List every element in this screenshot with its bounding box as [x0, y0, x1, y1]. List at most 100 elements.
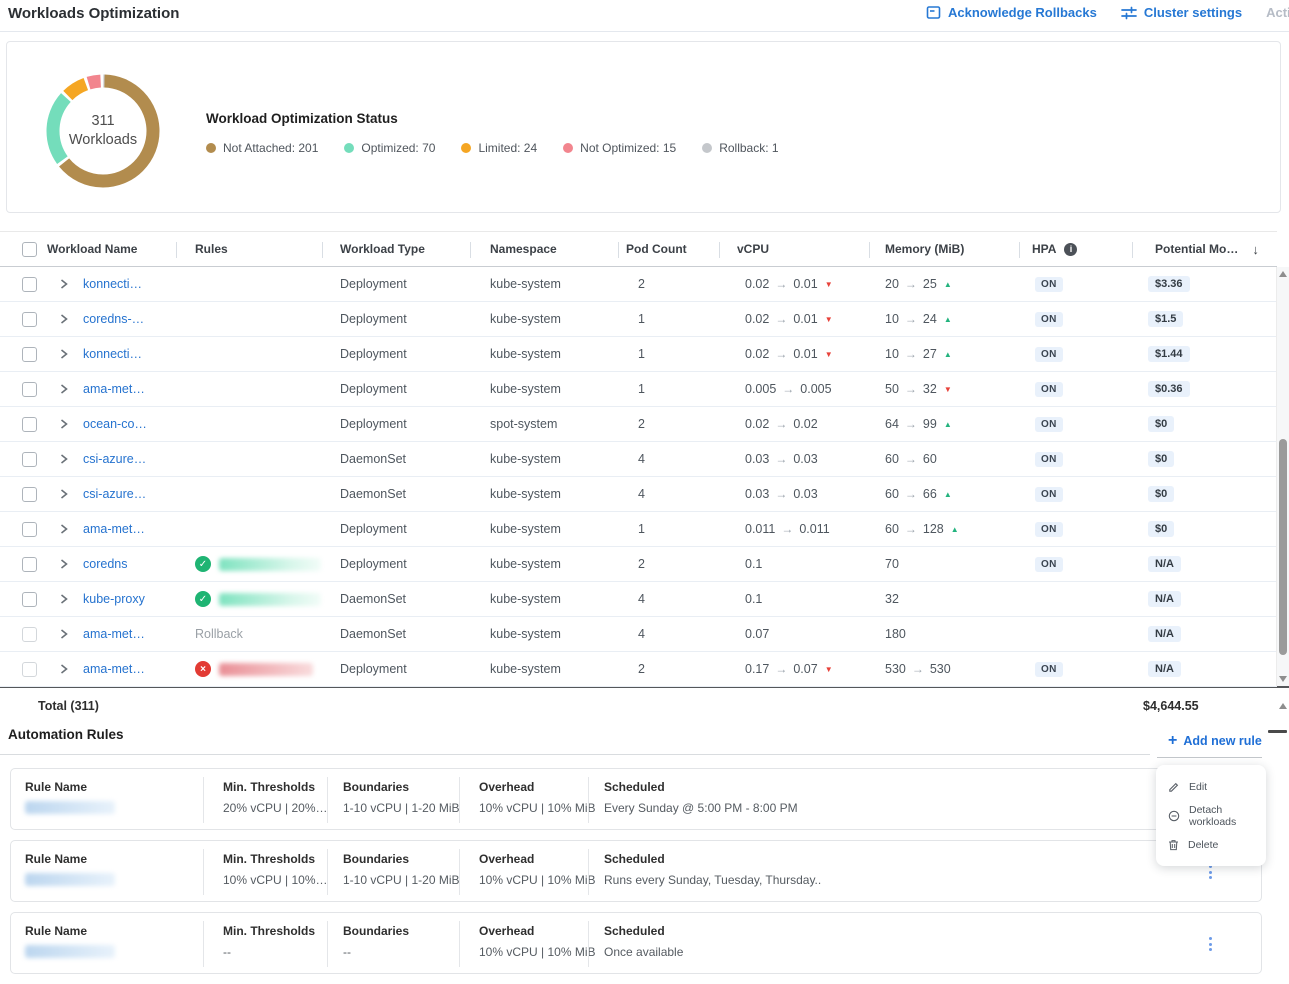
col-potential[interactable]: Potential Mo…: [1155, 242, 1238, 256]
row-checkbox[interactable]: [22, 312, 37, 327]
lower-scroll-up-icon[interactable]: [1279, 703, 1287, 709]
scrollbar-thumb[interactable]: [1279, 439, 1287, 655]
menu-item-edit[interactable]: Edit: [1156, 772, 1266, 801]
acknowledge-rollbacks-button[interactable]: Acknowledge Rollbacks: [926, 5, 1097, 20]
workload-name-link[interactable]: ama-met…: [83, 627, 145, 641]
rule-thresholds-column: Min. Thresholds20% vCPU | 20%…: [223, 780, 328, 815]
row-checkbox[interactable]: [22, 557, 37, 572]
pod-count-cell: 4: [618, 592, 719, 606]
workload-name-link[interactable]: coredns: [83, 557, 127, 571]
workload-name-link[interactable]: ocean-co…: [83, 417, 147, 431]
row-checkbox[interactable]: [22, 382, 37, 397]
row-checkbox[interactable]: [22, 347, 37, 362]
expand-chevron-icon[interactable]: [60, 454, 68, 464]
rule-overhead-value: 10% vCPU | 10% MiB: [479, 801, 596, 815]
row-checkbox[interactable]: [22, 522, 37, 537]
expand-chevron-icon[interactable]: [60, 419, 68, 429]
col-hpa: HPA: [1032, 242, 1056, 256]
redacted-rule-name: [219, 663, 313, 676]
expand-chevron-icon[interactable]: [60, 384, 68, 394]
automation-rules-section: Automation Rules + Add new rule Rule Nam…: [0, 723, 1289, 976]
row-checkbox[interactable]: [22, 277, 37, 292]
expand-chevron-icon[interactable]: [60, 664, 68, 674]
workload-name-link[interactable]: ama-met…: [83, 382, 145, 396]
potential-cell: N/A: [1132, 626, 1277, 642]
rule-boundaries-label: Boundaries: [343, 852, 460, 866]
expand-chevron-icon[interactable]: [60, 489, 68, 499]
workload-name-link[interactable]: coredns-…: [83, 312, 144, 326]
arrow-right-icon: →: [775, 312, 787, 326]
redacted-rule-name: [25, 873, 115, 886]
expand-chevron-icon[interactable]: [60, 524, 68, 534]
workload-name-link[interactable]: csi-azure…: [83, 452, 146, 466]
automation-rule-card: Rule NameMin. Thresholds10% vCPU | 10%…B…: [10, 840, 1262, 902]
metric-to: 99: [923, 417, 937, 431]
expand-chevron-icon[interactable]: [60, 279, 68, 289]
table-row: coredns-…Deploymentkube-system10.02→0.01…: [0, 302, 1277, 337]
add-new-rule-button[interactable]: + Add new rule: [1168, 733, 1262, 749]
metric-from: 0.02: [745, 312, 769, 326]
table-row: ama-met…×Deploymentkube-system20.17→0.07…: [0, 652, 1277, 687]
table-scrollbar[interactable]: [1276, 267, 1289, 686]
metric-from: 0.02: [745, 347, 769, 361]
memory-cell: 20→25▲: [869, 277, 1019, 291]
rule-name-column: Rule Name: [25, 924, 115, 958]
rule-menu-button[interactable]: [1203, 935, 1217, 953]
row-checkbox[interactable]: [22, 452, 37, 467]
page-title: Workloads Optimization: [8, 5, 179, 22]
rule-name-column: Rule Name: [25, 780, 115, 814]
namespace-cell: kube-system: [470, 487, 618, 501]
scroll-up-icon[interactable]: [1279, 271, 1287, 277]
actions-button[interactable]: Action: [1266, 5, 1289, 20]
pencil-icon: [1168, 781, 1180, 793]
workload-name-cell: kube-proxy: [0, 592, 176, 607]
namespace-cell: kube-system: [470, 627, 618, 641]
row-checkbox[interactable]: [22, 627, 37, 642]
metric-from: 60: [885, 452, 899, 466]
workload-name-link[interactable]: csi-azure…: [83, 487, 146, 501]
potential-cell: $3.36: [1132, 276, 1277, 292]
scroll-down-icon[interactable]: [1279, 676, 1287, 682]
rule-name-label: Rule Name: [25, 924, 115, 938]
expand-chevron-icon[interactable]: [60, 349, 68, 359]
workload-name-link[interactable]: konnecti…: [83, 347, 142, 361]
hpa-badge: ON: [1035, 347, 1063, 362]
workload-name-link[interactable]: konnecti…: [83, 277, 142, 291]
row-checkbox[interactable]: [22, 662, 37, 677]
hpa-badge: ON: [1035, 487, 1063, 502]
vcpu-cell: 0.03→0.03: [719, 487, 869, 501]
expand-chevron-icon[interactable]: [60, 629, 68, 639]
hpa-badge: ON: [1035, 417, 1063, 432]
row-checkbox[interactable]: [22, 592, 37, 607]
trend-up-icon: ▲: [944, 280, 952, 289]
col-rules: Rules: [195, 242, 228, 256]
arrow-right-icon: →: [775, 417, 787, 431]
workload-name-link[interactable]: ama-met…: [83, 522, 145, 536]
cluster-settings-button[interactable]: Cluster settings: [1121, 5, 1242, 20]
lower-scrollbar-thumb[interactable]: [1268, 730, 1287, 733]
expand-chevron-icon[interactable]: [60, 559, 68, 569]
workload-name-link[interactable]: ama-met…: [83, 662, 145, 676]
rule-name-label: Rule Name: [25, 852, 115, 866]
menu-item-delete[interactable]: Delete: [1156, 830, 1266, 859]
row-checkbox[interactable]: [22, 487, 37, 502]
trend-down-icon: ▼: [825, 665, 833, 674]
workload-name-link[interactable]: kube-proxy: [83, 592, 145, 606]
workload-type-cell: Deployment: [322, 277, 470, 291]
select-all-checkbox[interactable]: [22, 242, 37, 257]
donut-chart: 311 Workloads: [43, 71, 163, 191]
hpa-info-icon[interactable]: i: [1064, 243, 1077, 256]
row-checkbox[interactable]: [22, 417, 37, 432]
memory-cell: 10→24▲: [869, 312, 1019, 326]
expand-chevron-icon[interactable]: [60, 594, 68, 604]
memory-cell: 70: [869, 557, 1019, 571]
vcpu-cell: 0.02→0.01▼: [719, 277, 869, 291]
potential-cell: $0.36: [1132, 381, 1277, 397]
sort-desc-icon[interactable]: ↓: [1252, 242, 1259, 257]
arrow-right-icon: →: [775, 347, 787, 361]
expand-chevron-icon[interactable]: [60, 314, 68, 324]
pod-count-cell: 2: [618, 557, 719, 571]
menu-item-detach-workloads[interactable]: Detach workloads: [1156, 801, 1266, 830]
metric-to: 32: [923, 382, 937, 396]
rule-name-column: Rule Name: [25, 852, 115, 886]
